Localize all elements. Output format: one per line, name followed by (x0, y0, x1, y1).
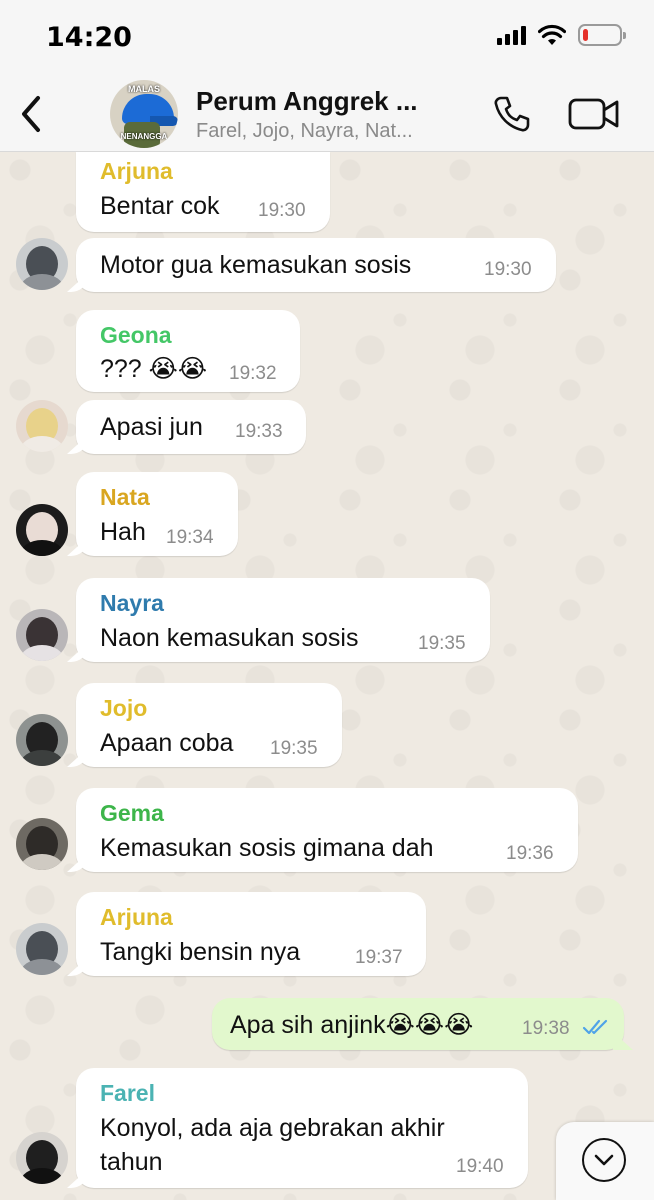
message-time: 19:30 (484, 259, 532, 280)
chat-header: MALAS NENANGGA Perum Anggrek ... Farel, … (0, 78, 654, 152)
message-time: 19:37 (355, 947, 403, 968)
phone-icon[interactable] (492, 94, 532, 134)
message-text: Konyol, ada aja gebrakan akhir (100, 1114, 445, 1142)
group-avatar[interactable]: MALAS NENANGGA (110, 80, 178, 148)
avatar-text-top: MALAS (128, 84, 160, 94)
group-members[interactable]: Farel, Jojo, Nayra, Nat... (196, 120, 481, 143)
avatar-text-bottom: NENANGGA (120, 132, 168, 141)
message-bubble[interactable]: Nata Hah 19:34 (76, 472, 238, 556)
message-bubble[interactable]: Apasi jun 19:33 (76, 400, 306, 454)
group-name[interactable]: Perum Anggrek ... (196, 86, 476, 117)
wifi-icon (538, 24, 566, 45)
message-time: 19:32 (229, 363, 277, 384)
double-check-icon (582, 1019, 608, 1035)
message-time: 19:33 (235, 421, 283, 442)
message-sender: Farel (100, 1080, 155, 1106)
status-time: 14:20 (46, 22, 132, 53)
battery-icon (578, 24, 626, 46)
avatar[interactable] (16, 609, 68, 661)
message-text: Apa sih anjink😭😭😭 (230, 1011, 474, 1039)
message-bubble[interactable]: Motor gua kemasukan sosis 19:30 (76, 238, 556, 292)
message-time: 19:35 (418, 633, 466, 654)
message-bubble[interactable]: Jojo Apaan coba 19:35 (76, 683, 342, 767)
chevron-left-icon[interactable] (14, 90, 50, 138)
message-sender: Nayra (100, 590, 164, 616)
message-text: Motor gua kemasukan sosis (100, 251, 412, 279)
avatar[interactable] (16, 818, 68, 870)
message-sender: Arjuna (100, 158, 173, 184)
message-text-line2: tahun (100, 1148, 163, 1176)
message-text: Hah (100, 518, 146, 546)
message-sender: Jojo (100, 695, 148, 721)
chevron-down-icon (582, 1138, 626, 1182)
message-sender: Geona (100, 322, 172, 348)
status-icons (497, 24, 626, 46)
message-time: 19:34 (166, 527, 214, 548)
message-sender: Gema (100, 800, 164, 826)
avatar[interactable] (16, 923, 68, 975)
avatar[interactable] (16, 714, 68, 766)
message-time: 19:30 (258, 200, 306, 221)
battery-level (583, 29, 589, 41)
cellular-signal-icon (497, 25, 526, 45)
message-bubble[interactable]: Arjuna Tangki bensin nya 19:37 (76, 892, 426, 976)
message-text: Apasi jun (100, 413, 203, 441)
avatar[interactable] (16, 1132, 68, 1184)
message-text: Kemasukan sosis gimana dah (100, 834, 434, 862)
message-text: Bentar cok (100, 192, 220, 220)
message-time: 19:35 (270, 738, 318, 759)
message-bubble[interactable]: Gema Kemasukan sosis gimana dah 19:36 (76, 788, 578, 872)
message-text: ??? 😭😭 (100, 355, 208, 383)
message-text: Apaan coba (100, 729, 234, 757)
avatar[interactable] (16, 238, 68, 290)
message-sender: Arjuna (100, 904, 173, 930)
message-time: 19:36 (506, 843, 554, 864)
status-bar: 14:20 (0, 0, 654, 78)
message-sender: Nata (100, 484, 150, 510)
message-bubble[interactable]: Farel Konyol, ada aja gebrakan akhir tah… (76, 1068, 528, 1188)
message-text: Tangki bensin nya (100, 938, 301, 966)
message-bubble[interactable]: Arjuna Bentar cok 19:30 (76, 152, 330, 232)
message-bubble[interactable]: Nayra Naon kemasukan sosis 19:35 (76, 578, 490, 662)
video-camera-icon[interactable] (568, 96, 620, 132)
outgoing-message-bubble[interactable]: Apa sih anjink😭😭😭 19:38 (212, 998, 624, 1050)
message-bubble[interactable]: Geona ??? 😭😭 19:32 (76, 310, 300, 392)
avatar[interactable] (16, 504, 68, 556)
message-time: 19:38 (522, 1018, 570, 1039)
scroll-to-bottom-button[interactable] (556, 1122, 654, 1200)
message-time: 19:40 (456, 1156, 504, 1177)
avatar[interactable] (16, 400, 68, 452)
message-text: Naon kemasukan sosis (100, 624, 359, 652)
